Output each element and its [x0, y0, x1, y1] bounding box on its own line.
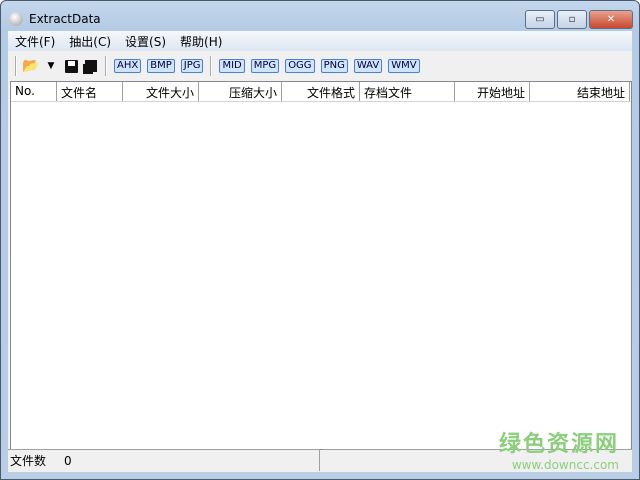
- filter-wav[interactable]: WAV: [353, 59, 383, 73]
- column-file-size[interactable]: 文件大小: [123, 82, 199, 101]
- app-window: ExtractData ▭ ▫ ✕ 文件(F) 抽出(C) 设置(S) 帮助(H…: [0, 0, 640, 480]
- filter-mpg[interactable]: MPG: [250, 59, 280, 73]
- file-count-value: 0: [64, 453, 72, 468]
- status-pane-count: 文件数 0: [8, 449, 320, 471]
- file-count-label: 文件数: [10, 454, 47, 468]
- save-all-icon[interactable]: [82, 57, 100, 75]
- filter-bmp[interactable]: BMP: [147, 59, 175, 73]
- watermark-name: 绿色资源网: [498, 432, 619, 457]
- filter-jpg[interactable]: JPG: [180, 59, 204, 73]
- column-end-address[interactable]: 结束地址: [530, 82, 630, 101]
- filter-ahx[interactable]: AHX: [114, 59, 142, 73]
- filter-ogg[interactable]: OGG: [285, 59, 315, 73]
- column-start-address[interactable]: 开始地址: [455, 82, 530, 101]
- menu-bar: 文件(F) 抽出(C) 设置(S) 帮助(H): [8, 31, 632, 51]
- list-header: No. 文件名 文件大小 压缩大小 文件格式 存档文件 开始地址 结束地址: [11, 82, 631, 102]
- filter-png[interactable]: PNG: [320, 59, 348, 73]
- toolbar-grip: [15, 56, 17, 76]
- file-list[interactable]: No. 文件名 文件大小 压缩大小 文件格式 存档文件 开始地址 结束地址: [10, 81, 632, 450]
- column-no[interactable]: No.: [11, 82, 57, 101]
- minimize-button[interactable]: ▭: [525, 10, 555, 29]
- menu-settings[interactable]: 设置(S): [118, 31, 173, 51]
- toolbar-separator: [105, 56, 107, 76]
- watermark: 绿色资源网 www.downcc.com: [499, 426, 619, 472]
- dropdown-arrow-icon[interactable]: ▼: [42, 57, 60, 75]
- column-compressed-size[interactable]: 压缩大小: [199, 82, 282, 101]
- minimize-icon: ▭: [535, 14, 545, 25]
- column-file-format[interactable]: 文件格式: [282, 82, 360, 101]
- maximize-button[interactable]: ▫: [557, 10, 587, 29]
- menu-extract[interactable]: 抽出(C): [62, 31, 118, 51]
- title-bar: ExtractData: [9, 9, 101, 29]
- toolbar: 📂 ▼ AHX BMP JPG MID MPG OGG PNG WAV WMV: [8, 53, 632, 79]
- save-icon[interactable]: [62, 57, 80, 75]
- open-folder-icon[interactable]: 📂: [22, 57, 40, 75]
- toolbar-separator: [210, 56, 213, 76]
- column-archive-file[interactable]: 存档文件: [360, 82, 455, 101]
- app-icon: [9, 12, 23, 26]
- close-icon: ✕: [606, 14, 616, 25]
- menu-file[interactable]: 文件(F): [8, 31, 62, 51]
- close-button[interactable]: ✕: [589, 10, 633, 29]
- maximize-icon: ▫: [568, 14, 576, 25]
- menu-help[interactable]: 帮助(H): [173, 31, 229, 51]
- filter-wmv[interactable]: WMV: [388, 59, 420, 73]
- window-title: ExtractData: [29, 12, 101, 26]
- watermark-url: www.downcc.com: [511, 458, 619, 472]
- filter-mid[interactable]: MID: [219, 59, 245, 73]
- column-filename[interactable]: 文件名: [57, 82, 123, 101]
